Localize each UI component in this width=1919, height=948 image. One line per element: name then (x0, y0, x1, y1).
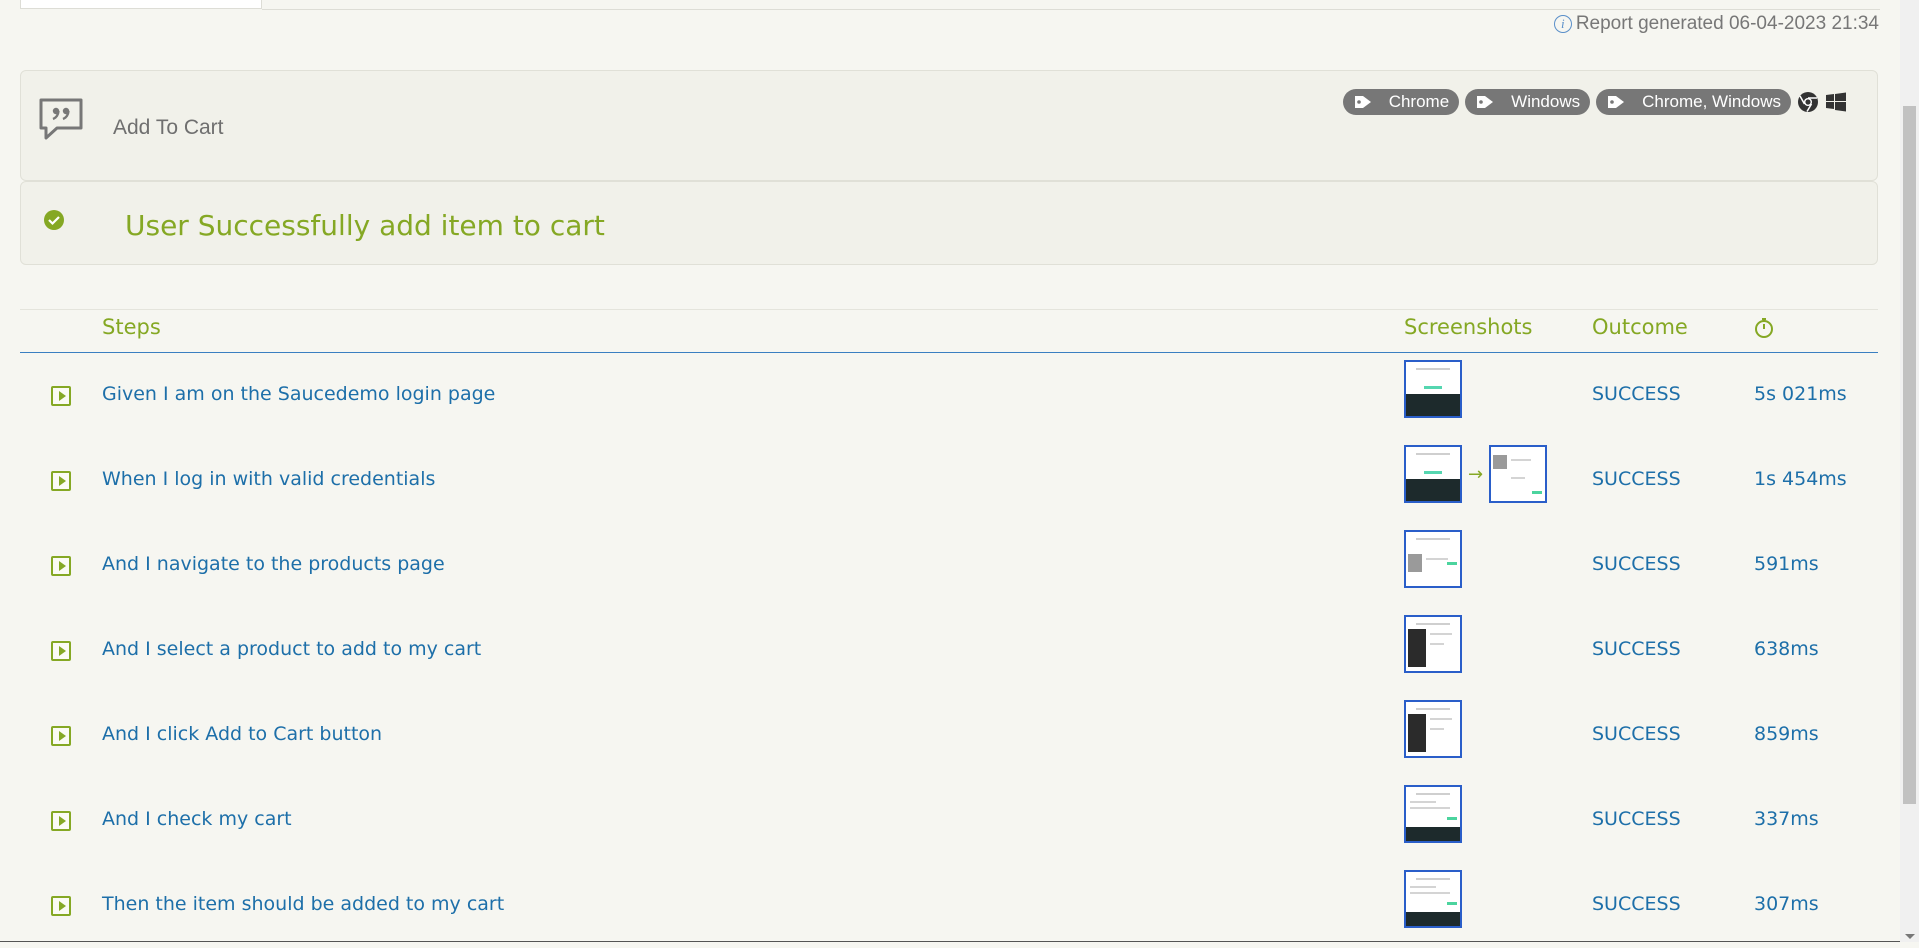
step-text[interactable]: Given I am on the Saucedemo login page (102, 383, 495, 405)
table-row: And I select a product to add to my cart… (20, 608, 1878, 693)
outcome-status: SUCCESS (1592, 723, 1681, 745)
screenshot-thumbnail[interactable] (1404, 870, 1462, 928)
vertical-scrollbar[interactable] (1900, 0, 1919, 942)
outcome-status: SUCCESS (1592, 893, 1681, 915)
screenshots-cell (1404, 700, 1462, 758)
tab-active[interactable] (20, 0, 262, 9)
table-row: And I navigate to the products page SUCC… (20, 523, 1878, 608)
table-row: And I check my cart SUCCESS 337ms (20, 778, 1878, 863)
table-header: Steps Screenshots Outcome (20, 310, 1878, 353)
table-row: Given I am on the Saucedemo login page S… (20, 353, 1878, 438)
tag-list: Chrome Windows Chrome, Windows (1342, 89, 1847, 115)
expand-step-icon[interactable] (51, 641, 71, 661)
expand-step-icon[interactable] (51, 556, 71, 576)
table-row: And I click Add to Cart button SUCCESS 8… (20, 693, 1878, 778)
arrow-right-icon: → (1468, 463, 1484, 485)
step-duration: 307ms (1754, 893, 1819, 915)
table-row: When I log in with valid credentials → S… (20, 438, 1878, 523)
expand-step-icon[interactable] (51, 726, 71, 746)
step-duration: 859ms (1754, 723, 1819, 745)
quote-icon (39, 98, 83, 140)
step-text[interactable]: And I check my cart (102, 808, 292, 830)
step-duration: 5s 021ms (1754, 383, 1847, 405)
screenshots-cell (1404, 360, 1462, 418)
feature-title: Add To Cart (113, 116, 224, 139)
info-icon: i (1553, 15, 1572, 33)
screenshot-thumbnail[interactable] (1404, 360, 1462, 418)
stopwatch-icon (1754, 317, 1774, 344)
outcome-status: SUCCESS (1592, 808, 1681, 830)
screenshot-thumbnail[interactable] (1489, 445, 1548, 503)
tag-label: Windows (1511, 92, 1581, 111)
expand-step-icon[interactable] (51, 896, 71, 916)
header-steps: Steps (102, 315, 161, 339)
step-text[interactable]: When I log in with valid credentials (102, 468, 435, 490)
screenshot-thumbnail[interactable] (1404, 785, 1462, 843)
tag-label: Chrome (1388, 92, 1450, 111)
screenshots-cell: → (1404, 445, 1548, 503)
tag-chrome[interactable]: Chrome (1342, 89, 1460, 115)
chrome-icon (1798, 92, 1818, 112)
outcome-status: SUCCESS (1592, 383, 1681, 405)
header-screenshots: Screenshots (1404, 315, 1533, 339)
tag-icon (1608, 96, 1625, 108)
screenshot-thumbnail[interactable] (1404, 700, 1462, 758)
step-text[interactable]: And I click Add to Cart button (102, 723, 382, 745)
screenshots-cell (1404, 785, 1462, 843)
step-duration: 337ms (1754, 808, 1819, 830)
scroll-down-arrow-icon[interactable] (1905, 934, 1915, 939)
screenshot-thumbnail[interactable] (1404, 530, 1462, 588)
scrollbar-thumb[interactable] (1903, 106, 1916, 804)
outcome-status: SUCCESS (1592, 468, 1681, 490)
header-outcome: Outcome (1592, 315, 1688, 339)
expand-step-icon[interactable] (51, 811, 71, 831)
screenshot-thumbnail[interactable] (1404, 445, 1462, 503)
tag-label: Chrome, Windows (1642, 92, 1781, 111)
tag-icon (1354, 96, 1371, 108)
tab-divider (262, 9, 1880, 10)
screenshots-cell (1404, 530, 1462, 588)
tab-strip (0, 0, 1880, 10)
step-text[interactable]: Then the item should be added to my cart (102, 893, 504, 915)
step-duration: 591ms (1754, 553, 1819, 575)
screenshot-thumbnail[interactable] (1404, 615, 1462, 673)
report-generated-label: Report generated 06-04-2023 21:34 (1575, 13, 1879, 34)
scenario-panel: User Successfully add item to cart (20, 181, 1878, 265)
outcome-status: SUCCESS (1592, 638, 1681, 660)
feature-panel: Add To Cart Chrome Windows Chrome, Windo… (20, 70, 1878, 181)
step-duration: 1s 454ms (1754, 468, 1847, 490)
step-text[interactable]: And I navigate to the products page (102, 553, 445, 575)
step-text[interactable]: And I select a product to add to my cart (102, 638, 481, 660)
windows-icon (1826, 92, 1846, 112)
scenario-title: User Successfully add item to cart (125, 209, 605, 242)
tag-icon (1477, 96, 1494, 108)
steps-table: Steps Screenshots Outcome Given I am on … (20, 309, 1878, 948)
screenshots-cell (1404, 615, 1462, 673)
outcome-status: SUCCESS (1592, 553, 1681, 575)
expand-step-icon[interactable] (51, 386, 71, 406)
tag-chrome-windows[interactable]: Chrome, Windows (1596, 89, 1791, 115)
report-generated: i Report generated 06-04-2023 21:34 (1553, 13, 1879, 35)
step-duration: 638ms (1754, 638, 1819, 660)
check-circle-icon (44, 210, 64, 230)
screenshots-cell (1404, 870, 1462, 928)
table-row: Then the item should be added to my cart… (20, 863, 1878, 948)
expand-step-icon[interactable] (51, 471, 71, 491)
tag-windows[interactable]: Windows (1465, 89, 1591, 115)
